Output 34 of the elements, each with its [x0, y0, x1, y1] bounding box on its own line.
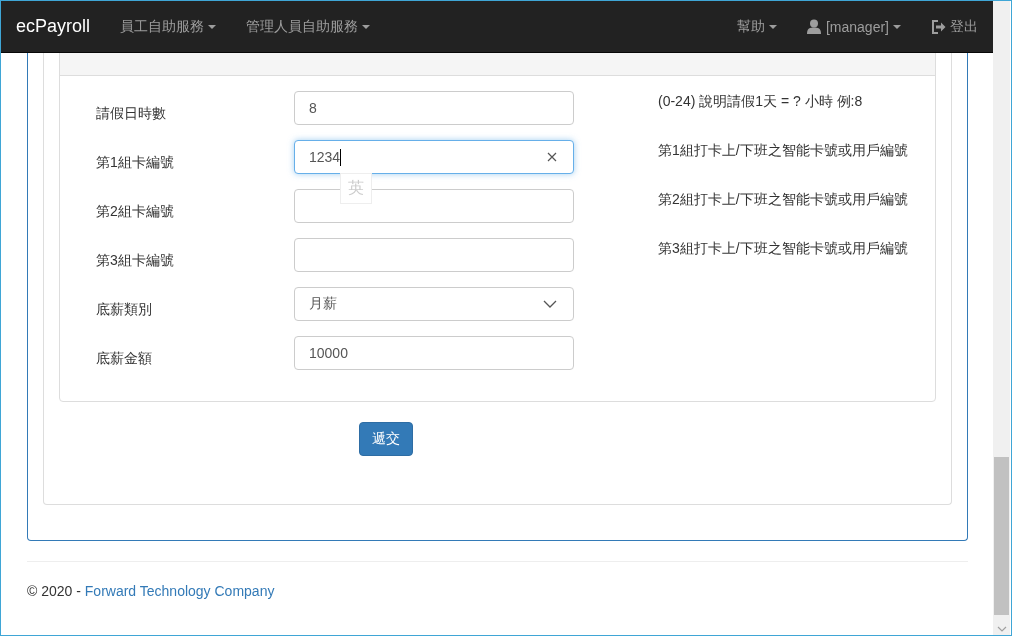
field-label: 第1組卡編號 [95, 153, 175, 172]
help-text: 第1組打卡上/下班之智能卡號或用戶編號 [658, 141, 908, 160]
nav-menu-item[interactable]: [manager] [791, 1, 916, 52]
input-field[interactable] [294, 238, 574, 272]
field-label: 底薪金額 [95, 349, 153, 368]
select-field[interactable]: 月薪 [294, 287, 574, 321]
help-text: (0-24) 說明請假1天 = ? 小時 例:8 [658, 92, 863, 111]
field-label: 底薪類別 [95, 300, 153, 319]
scrollbar[interactable] [993, 1, 1010, 635]
nav-menu-item[interactable]: 管理人員自助服務 [231, 1, 386, 52]
caret-icon [893, 24, 901, 29]
nav-menu-item[interactable]: 員工自助服務 [105, 1, 232, 52]
help-text: 第3組打卡上/下班之智能卡號或用戶編號 [658, 239, 908, 258]
scroll-down-icon[interactable] [997, 626, 1007, 632]
copyright-text: © 2020 - [27, 583, 82, 599]
caret-icon [768, 24, 777, 29]
nav-menu-item[interactable]: 幫助 [721, 1, 792, 52]
submit-button[interactable]: 遞交 [359, 422, 413, 456]
field-label: 請假日時數 [95, 104, 167, 123]
field-label: 第3組卡編號 [95, 251, 175, 270]
brand-logo[interactable]: ecPayroll [1, 16, 106, 37]
field-label: 第2組卡編號 [95, 202, 175, 221]
chevron-down-icon [543, 300, 557, 308]
help-text: 第2組打卡上/下班之智能卡號或用戶編號 [658, 190, 908, 209]
clear-icon[interactable] [547, 152, 557, 162]
input-field[interactable]: 1234 [294, 140, 574, 174]
company-link[interactable]: Forward Technology Company [84, 583, 275, 599]
nav-menu-item[interactable]: 登出 [916, 1, 993, 52]
input-field[interactable]: 8 [294, 91, 574, 125]
scrollbar-thumb[interactable] [994, 457, 1009, 615]
input-field[interactable]: 10000 [294, 336, 574, 370]
user-icon [806, 19, 821, 34]
logout-icon [931, 19, 946, 34]
text-cursor [340, 148, 342, 166]
